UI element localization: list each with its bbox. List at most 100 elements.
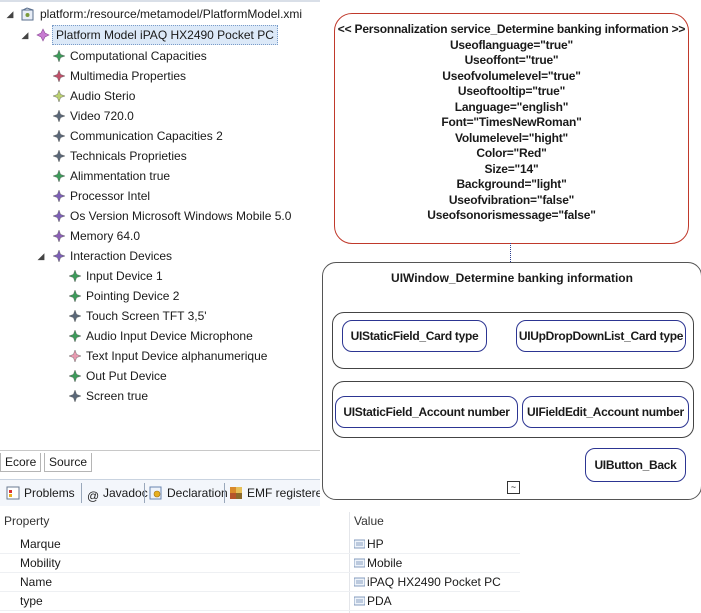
property-name: Mobility [20, 556, 61, 570]
personalization-service-node[interactable]: << Personnalization service_Determine ba… [334, 13, 689, 244]
dropdown-card-type[interactable]: UIUpDropDownList_Card type [516, 320, 686, 352]
account-number-group[interactable]: UIStaticField_Account number UIFieldEdit… [332, 381, 694, 438]
tree-item[interactable]: ◢ Interaction Devices [0, 246, 320, 266]
tab-ecore[interactable]: Ecore [0, 453, 42, 472]
tree-node-icon [68, 329, 82, 343]
string-value-icon [353, 536, 366, 549]
tab-separator [224, 483, 225, 503]
property-row[interactable]: Name iPAQ HX2490 Pocket PC [0, 573, 520, 592]
tree-row-device[interactable]: ◢ Platform Model iPAQ HX2490 Pocket PC [0, 25, 320, 45]
tree-item-label: Communication Capacities 2 [70, 129, 223, 143]
personalization-attribute: Useoftooltip="true" [457, 84, 566, 98]
tree-item[interactable]: Technicals Proprieties [0, 146, 320, 166]
tab-separator [144, 483, 145, 503]
tree-item-interaction-device[interactable]: Pointing Device 2 [0, 286, 320, 306]
personalization-attribute: Useoflanguage="true" [449, 37, 574, 52]
dependency-connector [510, 243, 511, 262]
tree-node-icon [52, 249, 66, 263]
tree-item-interaction-device[interactable]: Screen true [0, 386, 320, 406]
tree-item-interaction-device[interactable]: Out Put Device [0, 366, 320, 386]
tree-node-icon [52, 209, 66, 223]
tab-javadoc-label: Javadoc [103, 486, 148, 500]
tree-item[interactable]: Audio Sterio [0, 86, 320, 106]
tree-device-label: Platform Model iPAQ HX2490 Pocket PC [52, 25, 278, 45]
tree-item[interactable]: Computational Capacities [0, 46, 320, 66]
tree-item-label: Processor Intel [70, 189, 151, 203]
personalization-title: << Personnalization service_Determine ba… [337, 22, 686, 36]
tree-node-icon [52, 149, 66, 163]
tab-problems-label: Problems [24, 486, 75, 500]
tree-item-label: Text Input Device alphanumerique [86, 349, 268, 363]
card-type-group[interactable]: UIStaticField_Card type UIUpDropDownList… [332, 312, 694, 369]
ui-window-node[interactable]: UIWindow_Determine banking information U… [322, 262, 701, 500]
tree-item-label: Computational Capacities [70, 49, 207, 63]
static-field-account-number[interactable]: UIStaticField_Account number [335, 396, 518, 428]
personalization-attribute: Useofsonorismessage="false" [427, 208, 596, 222]
view-tab-bar: Problems @ Javadoc Declaration EMF regist… [0, 479, 320, 507]
tree-item-label: Video 720.0 [70, 109, 134, 123]
field-edit-account-number[interactable]: UIFieldEdit_Account number [522, 396, 689, 428]
tree-row-root[interactable]: ◢ platform:/resource/metamodel/PlatformM… [0, 4, 320, 24]
tree-item-interaction-device[interactable]: Input Device 1 [0, 266, 320, 286]
editor-tab-bar: Ecore Source [0, 450, 320, 473]
tree-root-label: platform:/resource/metamodel/PlatformMod… [40, 7, 303, 21]
tab-emf-registered[interactable]: EMF registered [229, 483, 320, 503]
model-element-icon [36, 28, 50, 42]
string-value-icon [353, 574, 366, 587]
at-sign-icon: @ [87, 489, 100, 503]
property-row[interactable]: Marque HP [0, 535, 520, 554]
property-value-cell: HP [353, 535, 384, 553]
expand-arrow-icon[interactable]: ◢ [20, 25, 30, 45]
tree-item-label: Os Version Microsoft Windows Mobile 5.0 [70, 209, 292, 223]
column-header-value[interactable]: Value [354, 512, 384, 530]
tree-item[interactable]: Os Version Microsoft Windows Mobile 5.0 [0, 206, 320, 226]
declaration-icon [149, 486, 163, 500]
tab-source[interactable]: Source [44, 453, 93, 472]
collapse-toggle-icon[interactable]: ~ [507, 481, 520, 494]
property-name: Marque [20, 537, 61, 551]
back-button[interactable]: UIButton_Back [585, 448, 686, 482]
model-tree: ◢ platform:/resource/metamodel/PlatformM… [0, 0, 320, 448]
expand-arrow-icon[interactable]: ◢ [5, 4, 15, 24]
tree-item[interactable]: Alimmentation true [0, 166, 320, 186]
tree-item-label: Audio Input Device Microphone [86, 329, 253, 343]
tree-item-label: Alimmentation true [70, 169, 171, 183]
tree-item[interactable]: Processor Intel [0, 186, 320, 206]
tree-item-interaction-device[interactable]: Audio Input Device Microphone [0, 326, 320, 346]
tab-declaration[interactable]: Declaration [149, 483, 228, 503]
tree-node-icon [68, 369, 82, 383]
tree-item[interactable]: Multimedia Properties [0, 66, 320, 86]
property-name: type [20, 594, 43, 608]
tree-item[interactable]: Communication Capacities 2 [0, 126, 320, 146]
string-value-icon [353, 593, 366, 606]
tree-item-label: Multimedia Properties [70, 69, 187, 83]
tree-item[interactable]: Video 720.0 [0, 106, 320, 126]
property-value-cell: Mobile [353, 554, 402, 572]
properties-table: Property Value Marque HP Mobility Mobile Nam… [0, 506, 520, 613]
personalization-attribute: Font="TimesNewRoman" [441, 115, 582, 129]
tab-problems[interactable]: Problems [6, 483, 75, 503]
property-row[interactable]: type PDA [0, 592, 520, 611]
emf-package-icon [229, 486, 243, 500]
problems-icon [6, 486, 20, 500]
tree-node-icon [68, 269, 82, 283]
property-value: iPAQ HX2490 Pocket PC [367, 575, 501, 589]
static-field-card-type[interactable]: UIStaticField_Card type [342, 320, 487, 352]
personalization-attribute: Volumelevel="hight" [454, 130, 569, 145]
tab-declaration-label: Declaration [167, 486, 228, 500]
tree-item-interaction-device[interactable]: Text Input Device alphanumerique [0, 346, 320, 366]
column-header-property[interactable]: Property [4, 512, 49, 530]
tab-javadoc[interactable]: @ Javadoc [87, 483, 148, 503]
string-value-icon [353, 555, 366, 568]
tree-item-label: Input Device 1 [86, 269, 163, 283]
property-row[interactable]: Mobility Mobile [0, 554, 520, 573]
expand-arrow-icon[interactable]: ◢ [36, 246, 46, 266]
tree-item-label: Out Put Device [86, 369, 167, 383]
tree-node-icon [52, 189, 66, 203]
tree-item-interaction-device[interactable]: Touch Screen TFT 3,5' [0, 306, 320, 326]
personalization-attribute: Useoffont="true" [464, 53, 559, 67]
tree-node-icon [52, 49, 66, 63]
property-value-cell: iPAQ HX2490 Pocket PC [353, 573, 501, 591]
tree-item[interactable]: Memory 64.0 [0, 226, 320, 246]
tree-node-icon [52, 69, 66, 83]
